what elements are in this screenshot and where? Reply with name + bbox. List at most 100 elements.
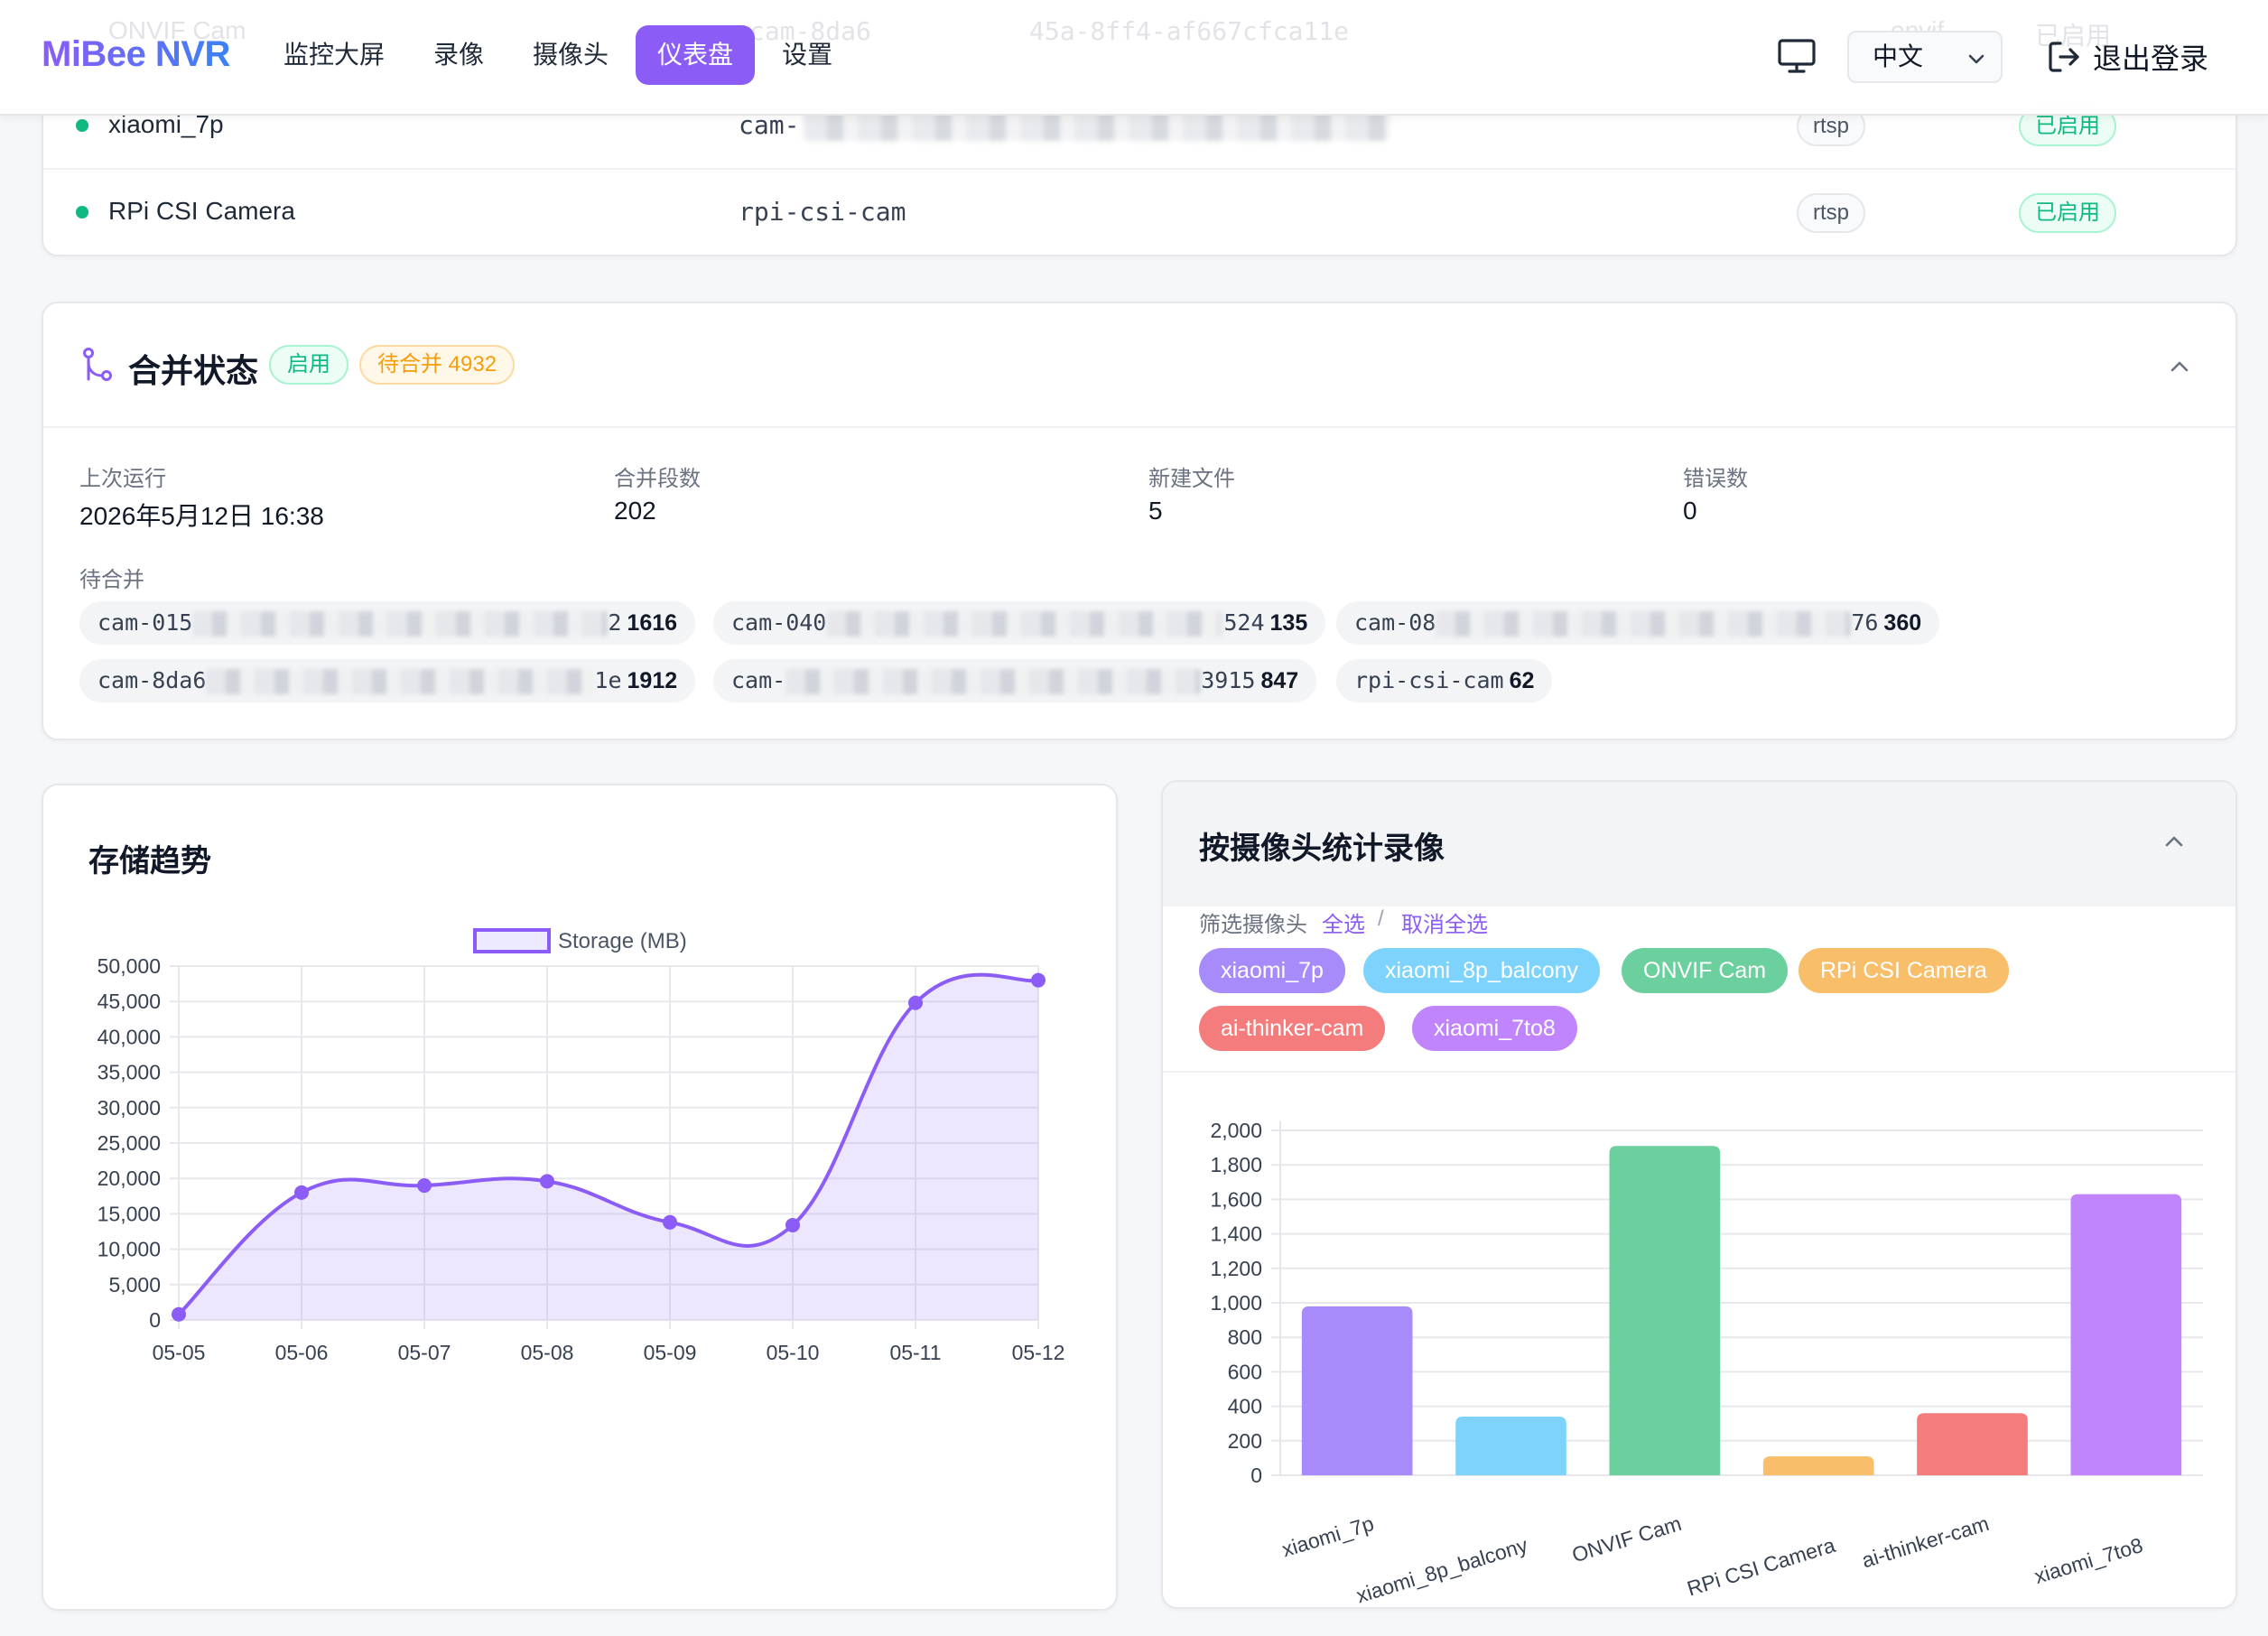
- pending-chip: cam-015 2 1616: [79, 601, 696, 645]
- y-tick-label: 25,000: [98, 1131, 161, 1155]
- chip-id-start: cam-015: [98, 609, 193, 636]
- table-row[interactable]: RPi CSI Camera rpi-csi-cam rtsp 已启用: [43, 168, 2235, 255]
- chip-id-start: cam-: [731, 667, 786, 693]
- storage-trend-card: 存储趋势 Storage (MB) 0 5,000 10,000 15,000 20,0…: [42, 784, 1118, 1611]
- bar[interactable]: [1609, 1146, 1721, 1475]
- storage-chart: Storage (MB) 0 5,000 10,000 15,000 20,000 25,…: [98, 928, 1065, 1364]
- storage-area: [179, 974, 1038, 1320]
- pending-chip: cam-08 76 360: [1336, 601, 1940, 645]
- y-tick-label: 800: [1228, 1325, 1262, 1349]
- data-point[interactable]: [417, 1178, 432, 1194]
- nav-dashboard-wall[interactable]: 监控大屏: [262, 25, 406, 85]
- bar[interactable]: [1762, 1455, 1874, 1475]
- stat-value-last-run: 2026年5月12日 16:38: [79, 502, 324, 530]
- chip-id-start: cam-040: [731, 609, 827, 636]
- y-tick-label: 50,000: [98, 954, 161, 978]
- y-tick-label: 1,000: [1210, 1291, 1262, 1315]
- stat-label-new-files: 新建文件: [1148, 467, 1235, 491]
- camera-bar-chart: 0 200 400 600 800 1,000 1,200 1,400 1,600 1,800 2,…: [1210, 1119, 2203, 1607]
- chip-id-end: 2: [608, 609, 622, 636]
- x-tick-label: 05-11: [889, 1341, 941, 1364]
- pending-chip: cam-040 524 135: [713, 601, 1326, 645]
- x-tick-label: 05-06: [275, 1341, 329, 1364]
- redacted-id: [785, 669, 1202, 694]
- x-tick-label: ONVIF Cam: [1569, 1511, 1684, 1566]
- chip-id-end: 3915: [1201, 667, 1256, 693]
- pending-label: 待合并: [79, 568, 144, 592]
- logout-button[interactable]: 退出登录: [2046, 34, 2208, 79]
- pending-badge: 待合并 4932: [359, 345, 516, 385]
- data-point[interactable]: [172, 1306, 186, 1322]
- y-tick-label: 45,000: [98, 990, 161, 1013]
- legend-label: Storage (MB): [558, 929, 687, 953]
- y-tick-label: 1,800: [1210, 1153, 1262, 1176]
- ghost-camera-id-tail: 45a-8ff4-af667cfca11e: [1029, 16, 1350, 46]
- protocol-badge: rtsp: [1797, 193, 1866, 233]
- bar[interactable]: [2070, 1194, 2182, 1475]
- chevron-down-icon: [1968, 54, 1984, 64]
- nav-cameras[interactable]: 摄像头: [511, 25, 630, 85]
- x-tick-label: 05-12: [1012, 1341, 1065, 1364]
- y-tick-label: 1,200: [1210, 1257, 1262, 1280]
- git-merge-icon: [83, 348, 112, 381]
- y-tick-label: 30,000: [98, 1096, 161, 1120]
- y-tick-label: 40,000: [98, 1025, 161, 1048]
- redacted-id: [192, 611, 609, 637]
- logout-icon: [2049, 42, 2079, 72]
- brand-logo[interactable]: MiBee NVR: [42, 34, 230, 75]
- data-point[interactable]: [294, 1185, 309, 1200]
- chip-count: 847: [1260, 668, 1299, 693]
- data-point[interactable]: [785, 1217, 800, 1232]
- chevron-up-icon[interactable]: [2167, 354, 2192, 379]
- stat-label-segments: 合并段数: [614, 467, 701, 491]
- chart-legend[interactable]: Storage (MB): [473, 928, 687, 953]
- x-tick-label: 05-05: [153, 1341, 206, 1364]
- x-tick-label: xiaomi_7to8: [2031, 1533, 2145, 1588]
- pending-chip: cam- 3915 847: [713, 659, 1317, 702]
- x-tick-label: 05-09: [644, 1341, 697, 1364]
- chip-id-end: 1e: [594, 667, 622, 693]
- y-tick-label: 10,000: [98, 1238, 161, 1261]
- redacted-id: [1436, 611, 1852, 637]
- data-point[interactable]: [663, 1214, 677, 1230]
- legend-swatch: [473, 928, 551, 953]
- merge-status-title: 合并状态: [128, 352, 259, 389]
- y-tick-label: 20,000: [98, 1167, 161, 1190]
- chip-count: 1616: [627, 610, 678, 636]
- online-dot: [76, 119, 88, 132]
- x-tick-label: RPi CSI Camera: [1684, 1533, 1837, 1601]
- bar[interactable]: [1301, 1306, 1413, 1475]
- x-tick-label: ai-thinker-cam: [1859, 1511, 1992, 1572]
- chip-count: 135: [1269, 610, 1308, 636]
- data-point[interactable]: [1031, 972, 1046, 988]
- nav-settings[interactable]: 设置: [760, 25, 854, 85]
- x-tick-label: xiaomi_8p_balcony: [1353, 1533, 1530, 1607]
- data-point[interactable]: [540, 1174, 554, 1189]
- nav-dashboard[interactable]: 仪表盘: [636, 25, 756, 85]
- redacted-id: [826, 611, 1224, 637]
- x-tick-label: 05-08: [521, 1341, 574, 1364]
- stat-value-segments: 202: [614, 497, 656, 525]
- stat-value-new-files: 5: [1148, 497, 1163, 525]
- y-tick-label: 200: [1228, 1429, 1262, 1453]
- chip-count: 360: [1883, 610, 1922, 636]
- nav-recordings[interactable]: 录像: [412, 25, 506, 85]
- language-select[interactable]: 中文: [1847, 31, 2003, 83]
- redacted-id: [206, 669, 595, 694]
- bar[interactable]: [1455, 1417, 1566, 1475]
- merge-status-header[interactable]: 合并状态 启用 待合并 4932: [43, 303, 2235, 428]
- bar[interactable]: [1917, 1413, 2028, 1475]
- y-tick-label: 1,400: [1210, 1222, 1262, 1246]
- pending-chip: rpi-csi-cam 62: [1336, 659, 1553, 702]
- chip-count: 1912: [627, 668, 678, 693]
- y-tick-label: 1,600: [1210, 1187, 1262, 1211]
- y-tick-label: 5,000: [108, 1273, 161, 1297]
- y-tick-label: 0: [149, 1308, 161, 1332]
- top-navbar: ONVIF Cam cam-8da6 45a-8ff4-af667cfca11e…: [0, 0, 2268, 116]
- x-tick-label: 05-10: [767, 1341, 820, 1364]
- monitor-icon[interactable]: [1777, 38, 1817, 74]
- y-tick-label: 15,000: [98, 1202, 161, 1225]
- enabled-badge: 启用: [269, 345, 349, 385]
- data-point[interactable]: [908, 995, 923, 1010]
- y-tick-label: 600: [1228, 1360, 1262, 1383]
